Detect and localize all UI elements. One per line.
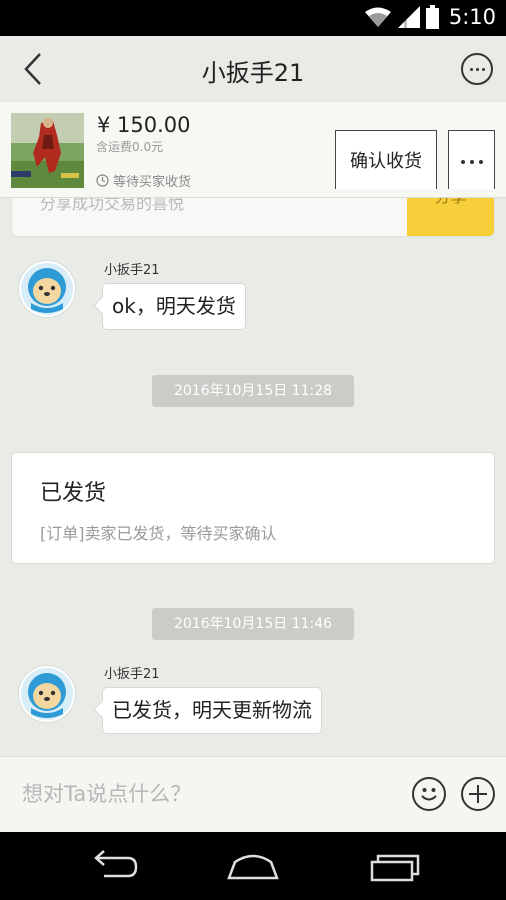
message-input[interactable]	[10, 771, 390, 817]
plus-circle-icon	[469, 785, 487, 803]
seal-avatar-icon	[21, 263, 73, 315]
chat-header: 小扳手21	[0, 36, 506, 102]
nav-back-button[interactable]	[82, 848, 142, 884]
battery-icon	[425, 5, 439, 29]
notice-title: 已发货	[40, 481, 107, 506]
sender-name: 小扳手21	[104, 263, 160, 278]
product-price: ¥ 150.00	[97, 113, 191, 137]
timestamp: 2016年10月15日 11:46	[152, 608, 354, 640]
share-text: 分享成功交易的喜悦	[40, 198, 185, 213]
nav-recents-button[interactable]	[366, 848, 426, 884]
clock-icon	[96, 174, 109, 187]
status-bar: 5:10	[0, 0, 506, 36]
notice-description: [订单]卖家已发货，等待买家确认	[40, 524, 277, 543]
order-status: 等待买家收货	[96, 171, 191, 190]
message-bubble[interactable]: ok，明天发货	[102, 283, 246, 330]
wifi-icon	[364, 7, 391, 27]
product-card[interactable]: ¥ 150.00 含运费0.0元 等待买家收货 确认收货	[0, 102, 506, 198]
message-bubble[interactable]: 已发货，明天更新物流	[102, 687, 322, 734]
share-card: 分享成功交易的喜悦 分享	[11, 198, 495, 237]
more-circle-icon	[470, 68, 473, 71]
signal-icon	[397, 6, 420, 28]
nav-recents-icon	[370, 854, 420, 882]
nav-home-button[interactable]	[223, 848, 283, 884]
share-button[interactable]: 分享	[407, 198, 494, 236]
order-status-text: 等待买家收货	[113, 175, 192, 190]
status-time: 5:10	[448, 5, 496, 29]
message-input-bar	[0, 756, 506, 832]
avatar[interactable]	[18, 665, 76, 723]
nav-home-icon	[227, 854, 279, 880]
avatar[interactable]	[18, 260, 76, 318]
shipping-fee: 含运费0.0元	[96, 140, 164, 154]
nav-back-icon	[94, 850, 138, 878]
product-thumbnail[interactable]	[11, 113, 84, 188]
sender-name: 小扳手21	[104, 667, 160, 682]
add-attachment-button[interactable]	[461, 777, 495, 811]
page-title: 小扳手21	[201, 59, 305, 87]
product-more-button[interactable]	[448, 130, 495, 189]
confirm-receipt-button[interactable]: 确认收货	[335, 130, 437, 189]
timestamp: 2016年10月15日 11:28	[152, 375, 354, 407]
more-options-button[interactable]	[461, 53, 493, 85]
more-dots-icon	[461, 160, 465, 164]
smiley-icon	[421, 788, 437, 801]
shipping-notice-card[interactable]: 已发货 [订单]卖家已发货，等待买家确认	[11, 452, 495, 564]
chat-area[interactable]: 分享成功交易的喜悦 分享 小扳手21 ok，明天发货 2016年10月15日 1…	[0, 198, 506, 756]
system-nav-bar	[0, 832, 506, 900]
emoji-button[interactable]	[412, 777, 446, 811]
seal-avatar-icon	[21, 668, 73, 720]
